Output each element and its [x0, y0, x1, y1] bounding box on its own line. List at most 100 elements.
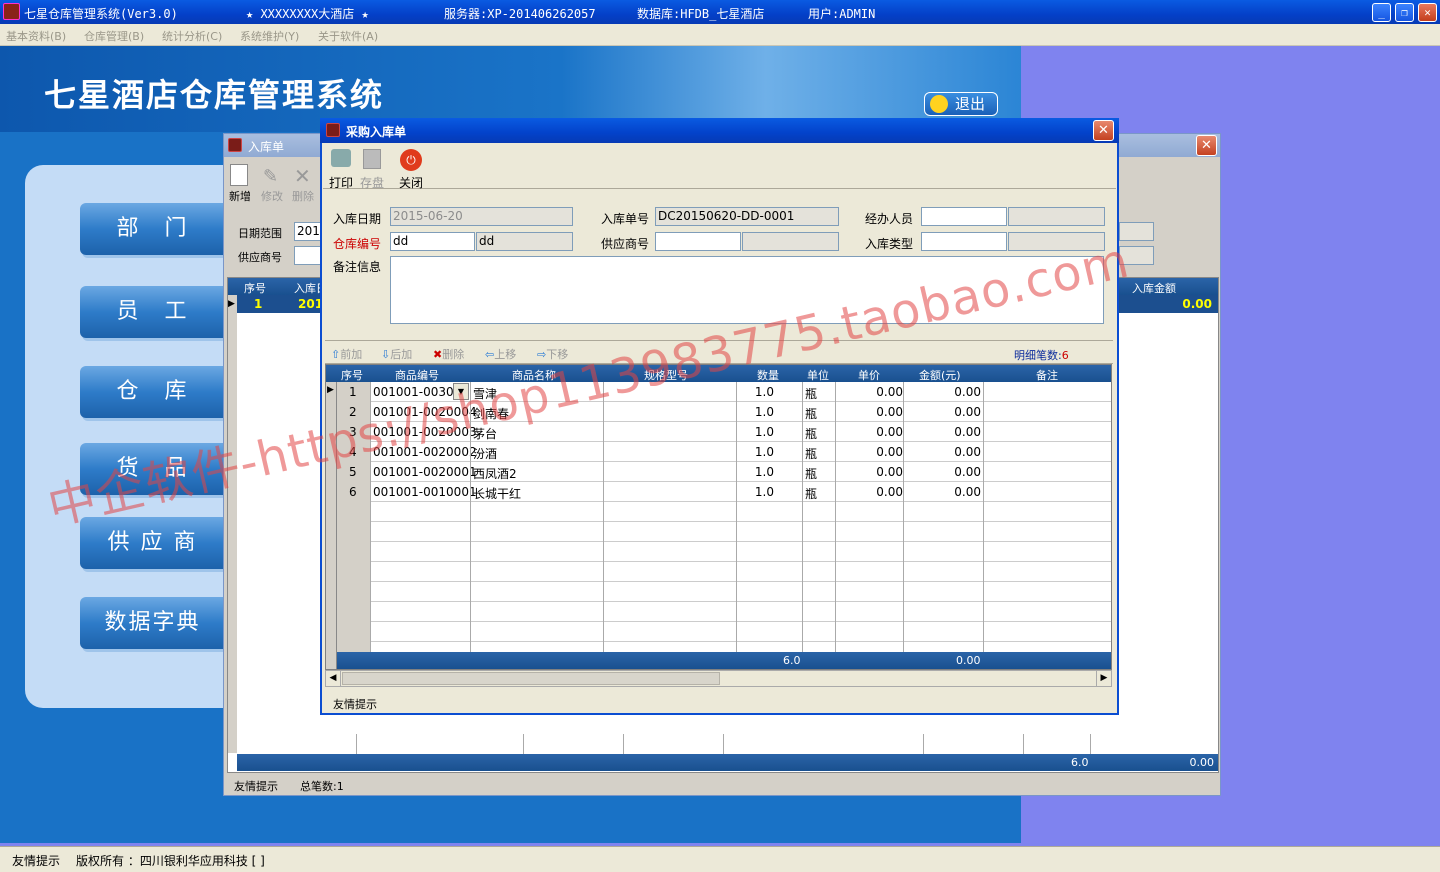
insert-after-button[interactable]: ⇩后加 [381, 346, 412, 362]
cell-qty: 1.0 [754, 445, 774, 459]
inbound-status-count: 总笔数:1 [300, 780, 344, 793]
scroll-left-icon[interactable]: ◀ [326, 671, 341, 686]
cell-price: 0.00 [876, 445, 903, 459]
row-divider [370, 601, 1111, 602]
col-seq: 序号 [341, 369, 363, 382]
purchase-close-x-button[interactable]: ✕ [1093, 120, 1114, 141]
nav-department-button[interactable]: 部 门 [80, 203, 225, 255]
cell-amount: 0.00 [954, 405, 981, 419]
detail-grid-footer: 6.0 0.00 [337, 652, 1111, 669]
cell-seq: 6 [349, 485, 357, 499]
detail-footer-qty: 6.0 [783, 654, 801, 667]
menu-system[interactable]: 系统维护(Y) [240, 28, 299, 44]
inbound-new-button[interactable]: 新增 [229, 188, 251, 204]
cell-qty: 1.0 [754, 405, 774, 419]
minimize-button[interactable]: _ [1372, 3, 1391, 22]
cell-unit: 瓶 [805, 427, 818, 441]
power-icon: ⏻ [400, 149, 422, 171]
inbound-row-amount: 0.00 [1182, 297, 1212, 311]
delete-row-button[interactable]: ✖删除 [433, 346, 464, 362]
scroll-thumb[interactable] [342, 672, 720, 685]
inbound-type-label: 入库类型 [865, 237, 914, 251]
exit-button[interactable]: 退出 [924, 92, 998, 116]
close-app-button[interactable]: ✕ [1418, 3, 1437, 22]
warehouse-code-input[interactable]: dd [390, 232, 475, 251]
date-input[interactable]: 2015-06-20 [390, 207, 573, 226]
restore-button[interactable]: ❐ [1395, 3, 1414, 22]
inbound-edit-button[interactable]: 修改 [261, 188, 283, 204]
grid-line [1023, 734, 1024, 754]
row-divider [370, 561, 1111, 562]
cell-amount: 0.00 [954, 385, 981, 399]
detail-row[interactable]: 5 001001-0020001 西凤酒2 1.0 瓶 0.00 0.00 [326, 462, 1111, 482]
row-divider [370, 621, 1111, 622]
supplier-code-input[interactable] [655, 232, 741, 251]
col-price: 单价 [858, 369, 880, 382]
printer-icon [331, 149, 351, 167]
detail-count-value: 6 [1061, 349, 1069, 362]
delete-icon: ✕ [294, 164, 311, 188]
detail-footer-amount: 0.00 [956, 654, 981, 667]
order-no-label: 入库单号 [601, 212, 650, 226]
user-label: 用户:ADMIN [808, 7, 876, 21]
purchase-status-hint: 友情提示 [333, 698, 377, 711]
purchase-titlebar: 采购入库单 ✕ [320, 118, 1119, 143]
col-amount: 金额(元) [919, 369, 961, 382]
grid-line [923, 734, 924, 754]
grid-line [903, 382, 904, 652]
menu-stats[interactable]: 统计分析(C) [162, 28, 222, 44]
menu-basic[interactable]: 基本资料(B) [6, 28, 66, 44]
grid-line [623, 734, 624, 754]
cell-qty: 1.0 [754, 425, 774, 439]
supplier-no-label: 供应商号 [601, 237, 650, 251]
exit-label: 退出 [955, 95, 986, 113]
window-icon [228, 138, 242, 152]
insert-before-label: 前加 [340, 348, 363, 361]
nav-dictionary-button[interactable]: 数据字典 [80, 597, 225, 649]
save-button[interactable]: 存盘 [360, 174, 384, 191]
cell-unit: 瓶 [805, 387, 818, 401]
insert-before-button[interactable]: ⇧前加 [331, 346, 362, 362]
grid-line [603, 382, 604, 652]
date-range-label: 日期范围 [238, 227, 282, 240]
cell-code: 001001-0010001 [373, 485, 477, 499]
cell-amount: 0.00 [954, 425, 981, 439]
move-up-label: 上移 [494, 348, 517, 361]
inbound-type-input[interactable] [921, 232, 1007, 251]
row-divider [370, 501, 1111, 502]
inbound-row-seq: 1 [254, 297, 263, 311]
row-pointer-icon: ▶ [228, 295, 237, 313]
col-remark: 备注 [1036, 369, 1058, 382]
cell-unit: 瓶 [805, 467, 818, 481]
insert-after-label: 后加 [390, 348, 413, 361]
cell-code: 001001-0020001 [373, 465, 477, 479]
nav-employee-button[interactable]: 员 工 [80, 286, 225, 338]
grid-line [1090, 734, 1091, 754]
inbound-close-button[interactable]: ✕ [1196, 135, 1217, 156]
window-icon [326, 123, 340, 137]
order-no-input[interactable]: DC20150620-DD-0001 [655, 207, 839, 226]
print-button[interactable]: 打印 [329, 174, 353, 191]
handler-label: 经办人员 [865, 212, 914, 226]
cell-price: 0.00 [876, 405, 903, 419]
cell-amount: 0.00 [954, 465, 981, 479]
app-titlebar: 七星仓库管理系统(Ver3.0) ★ XXXXXXXX大酒店 ★ 服务器:XP-… [0, 0, 1440, 24]
detail-hscrollbar[interactable]: ◀ ▶ [325, 670, 1112, 687]
menu-about[interactable]: 关于软件(A) [318, 28, 378, 44]
row-divider [370, 581, 1111, 582]
save-disk-icon [363, 149, 381, 169]
handler-code-input[interactable] [921, 207, 1007, 226]
delete-x-icon: ✖ [433, 348, 443, 361]
detail-row[interactable]: 6 001001-0010001 长城干红 1.0 瓶 0.00 0.00 [326, 482, 1111, 502]
close-button[interactable]: 关闭 [399, 174, 423, 191]
inbound-delete-button[interactable]: 删除 [292, 188, 314, 204]
remark-label: 备注信息 [333, 260, 382, 274]
nav-warehouse-button[interactable]: 仓 库 [80, 366, 225, 418]
move-up-button[interactable]: ⇦上移 [485, 346, 516, 362]
menu-bar: 基本资料(B) 仓库管理(B) 统计分析(C) 系统维护(Y) 关于软件(A) [0, 24, 1440, 46]
scroll-right-icon[interactable]: ▶ [1096, 671, 1111, 686]
cell-qty: 1.0 [754, 465, 774, 479]
grid-line [736, 382, 737, 652]
menu-warehouse[interactable]: 仓库管理(B) [84, 28, 144, 44]
warehouse-label: 仓库编号 [333, 237, 382, 251]
